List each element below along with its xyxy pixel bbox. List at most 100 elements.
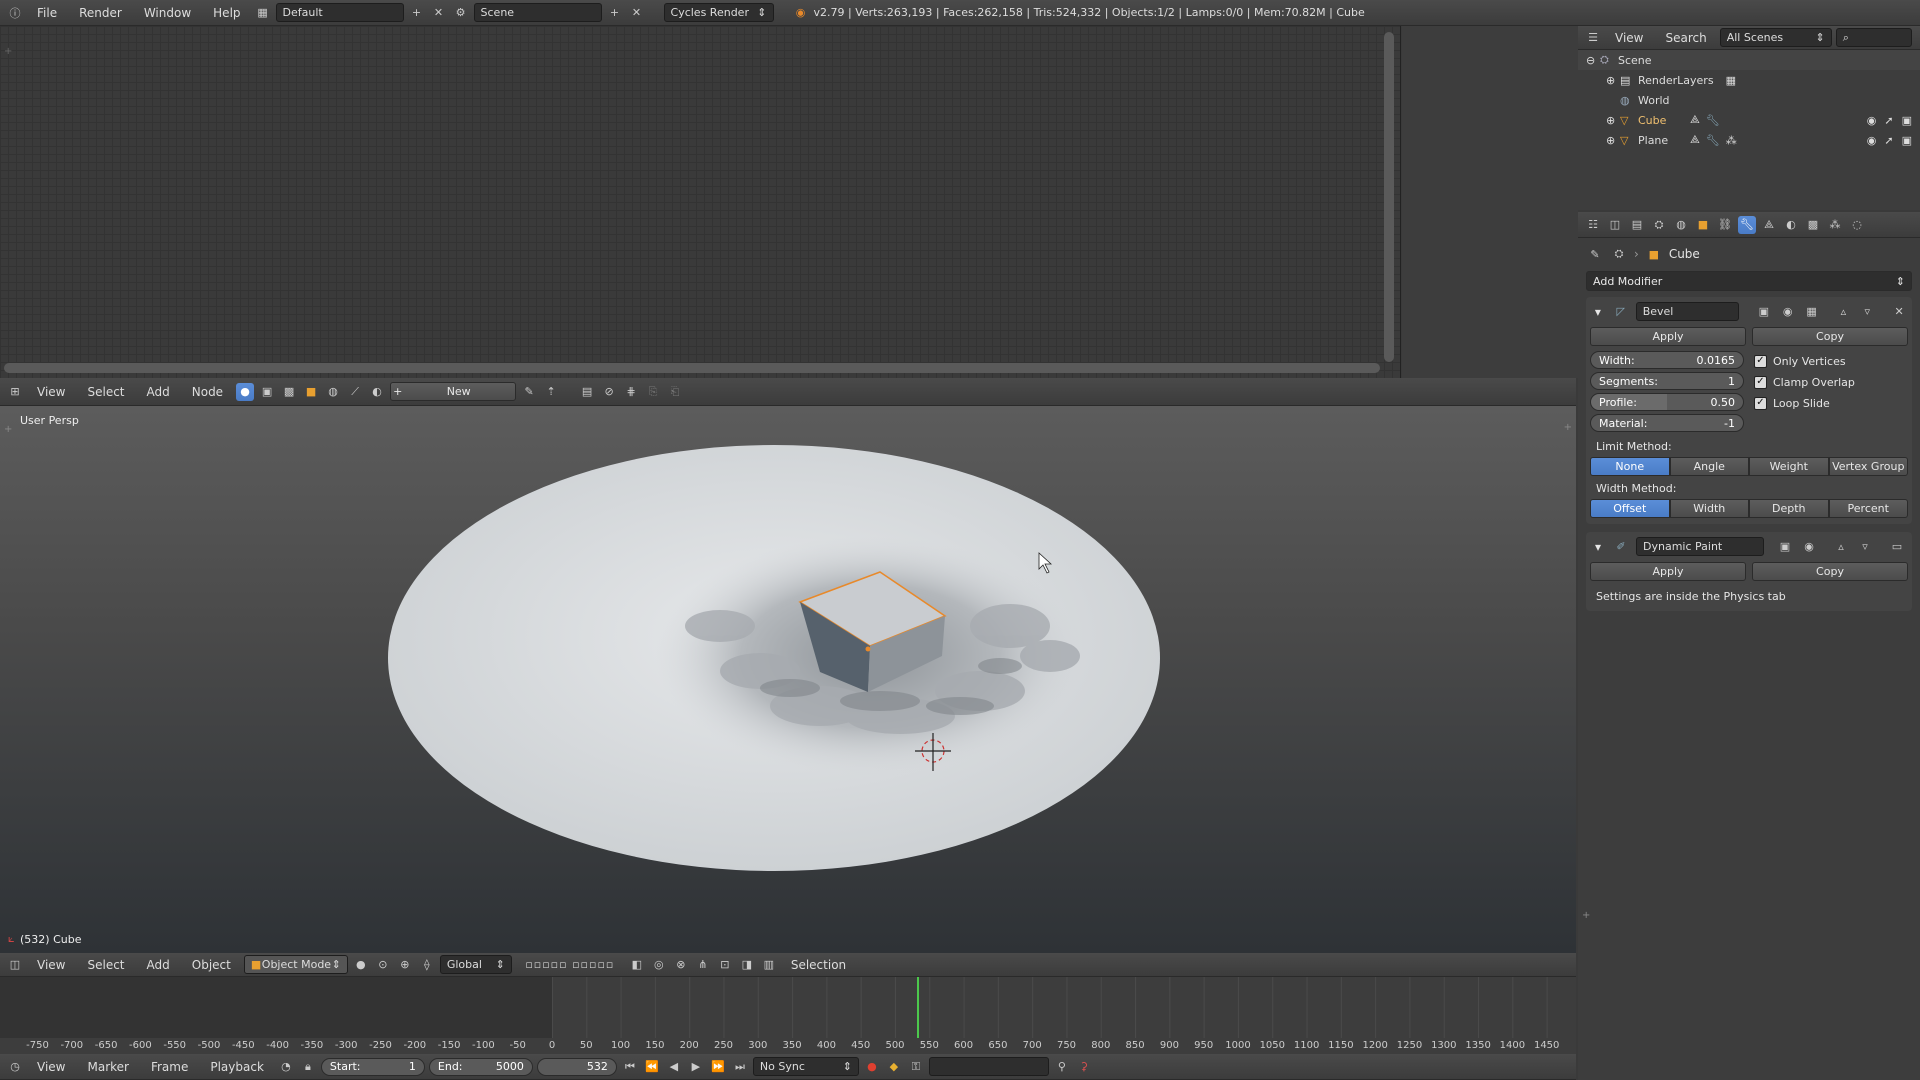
tab-object-icon[interactable]: ■ [1694, 216, 1712, 234]
timeline-menu-view[interactable]: View [28, 1060, 74, 1074]
node-vertical-scrollbar[interactable] [1384, 32, 1394, 362]
node-editor-type-icon[interactable]: ⊞ [6, 383, 24, 401]
screen-layout-icon[interactable]: ▦ [254, 4, 272, 22]
width-width-button[interactable]: Width [1669, 499, 1749, 518]
insert-keyframe-icon[interactable]: ⚲ [1053, 1058, 1071, 1076]
next-keyframe-icon[interactable]: ⏩ [709, 1058, 727, 1076]
texture-nodes-icon[interactable]: ▩ [280, 383, 298, 401]
layout-field[interactable]: Default [275, 3, 404, 22]
tab-material-icon[interactable]: ◐ [1782, 216, 1800, 234]
lock-camera-icon[interactable]: ◧ [628, 956, 646, 974]
add-layout-icon[interactable]: + [408, 4, 426, 22]
dynamic-paint-name-field[interactable]: Dynamic Paint [1636, 537, 1764, 556]
remove-scene-icon[interactable]: ✕ [628, 4, 646, 22]
view3d-menu-select[interactable]: Select [78, 958, 133, 972]
sync-dropdown[interactable]: No Sync ⇕ [752, 1057, 859, 1076]
backdrop-icon[interactable]: ▤ [578, 383, 596, 401]
line-style-icon[interactable]: ⟋ [346, 383, 364, 401]
outliner-menu-search[interactable]: Search [1656, 31, 1715, 45]
view3d-menu-object[interactable]: Object [183, 958, 240, 972]
only-vertices-checkbox[interactable]: ✓ [1754, 354, 1767, 368]
current-frame-line[interactable] [916, 977, 919, 1038]
material-slot-icon[interactable]: ◐ [368, 383, 386, 401]
outliner-row-world[interactable]: ◍ World [1578, 90, 1920, 110]
collapse-triangle-icon[interactable]: ▾ [1590, 540, 1606, 554]
timeline-type-icon[interactable]: ◷ [6, 1058, 24, 1076]
shader-nodes-icon[interactable]: ● [236, 382, 255, 401]
select-arrow-icon[interactable]: ➚ [1884, 134, 1893, 147]
expand-icon[interactable]: ⊕ [1606, 134, 1620, 147]
pin-icon[interactable]: ✎ [1586, 245, 1604, 263]
bevel-copy-button[interactable]: Copy [1752, 327, 1908, 346]
move-down-icon[interactable]: ▿ [1856, 538, 1874, 556]
snap-element-icon[interactable]: ⋔ [694, 956, 712, 974]
node-menu-add[interactable]: Add [138, 385, 179, 399]
bevel-apply-button[interactable]: Apply [1590, 327, 1746, 346]
object-shader-icon[interactable]: ■ [302, 383, 320, 401]
add-scene-icon[interactable]: + [606, 4, 624, 22]
prev-keyframe-icon[interactable]: ⏪ [643, 1058, 661, 1076]
area-split-icon[interactable]: + [4, 46, 12, 57]
move-up-icon[interactable]: ▵ [1832, 538, 1850, 556]
properties-type-icon[interactable]: ☷ [1584, 216, 1602, 234]
clamp-overlap-checkbox[interactable]: ✓ [1754, 375, 1767, 389]
timeline-menu-frame[interactable]: Frame [142, 1060, 197, 1074]
render-toggle-icon[interactable]: ▣ [1776, 538, 1794, 556]
orientation-dropdown[interactable]: Global ⇕ [439, 955, 512, 974]
compositing-nodes-icon[interactable]: ▣ [258, 383, 276, 401]
timeline-menu-marker[interactable]: Marker [78, 1060, 137, 1074]
expand-icon[interactable]: ⊕ [1606, 114, 1620, 127]
only-vertices-option[interactable]: ✓ Only Vertices [1754, 353, 1908, 369]
play-icon[interactable]: ▶ [687, 1058, 705, 1076]
remove-layout-icon[interactable]: ✕ [430, 4, 448, 22]
tab-render-icon[interactable]: ◫ [1606, 216, 1624, 234]
transform-orientation-icon[interactable]: ⟠ [418, 956, 436, 974]
loop-slide-checkbox[interactable]: ✓ [1754, 396, 1767, 410]
bevel-profile-slider[interactable]: Profile: 0.50 [1590, 393, 1744, 411]
tab-render-layers-icon[interactable]: ▤ [1628, 216, 1646, 234]
keying-icon[interactable]: ⚿ [907, 1058, 925, 1076]
world-shader-icon[interactable]: ◍ [324, 383, 342, 401]
render-engine-dropdown[interactable]: Cycles Render ⇕ [663, 3, 774, 22]
limit-weight-button[interactable]: Weight [1749, 457, 1829, 476]
outliner-menu-view[interactable]: View [1606, 31, 1652, 45]
limit-none-button[interactable]: None [1590, 457, 1670, 476]
preview-range-icon[interactable]: ◔ [277, 1058, 295, 1076]
opengl-anim-icon[interactable]: ▥ [760, 956, 778, 974]
snap-icon[interactable]: ⊘ [600, 383, 618, 401]
timeline-area[interactable]: -750 -700 -650 -600 -550 -500 -450 -400 -350 -300… [0, 977, 1576, 1054]
render-toggle-icon[interactable]: ▣ [1755, 303, 1773, 321]
node-horizontal-scrollbar[interactable] [4, 363, 1380, 373]
copy-nodes-icon[interactable]: ⎘ [644, 383, 662, 401]
move-down-icon[interactable]: ▿ [1858, 303, 1876, 321]
proportional-edit-icon[interactable]: ◎ [650, 956, 668, 974]
menu-render[interactable]: Render [70, 6, 131, 20]
scene-field[interactable]: Scene [473, 3, 602, 22]
start-frame-field[interactable]: Start: 1 [320, 1057, 425, 1076]
width-offset-button[interactable]: Offset [1590, 499, 1670, 518]
viewport-toggle-icon[interactable]: ◉ [1800, 538, 1818, 556]
menu-file[interactable]: File [28, 6, 66, 20]
outliner-row-scene[interactable]: ⊖ ⛭ Scene [1578, 50, 1920, 70]
loop-slide-option[interactable]: ✓ Loop Slide [1754, 395, 1908, 411]
render-camera-icon[interactable]: ▣ [1902, 134, 1912, 147]
manipulator-icon[interactable]: ⊕ [396, 956, 414, 974]
move-up-icon[interactable]: ▵ [1834, 303, 1852, 321]
end-frame-field[interactable]: End: 5000 [428, 1057, 533, 1076]
viewport-toggle-icon[interactable]: ◉ [1779, 303, 1797, 321]
menu-help[interactable]: Help [204, 6, 249, 20]
tab-constraints-icon[interactable]: ⛓ [1716, 216, 1734, 234]
new-material-button[interactable]: + New [390, 382, 517, 401]
outliner-type-icon[interactable]: ☰ [1584, 29, 1602, 47]
pivot-point-icon[interactable]: ⊙ [374, 956, 392, 974]
mode-dropdown[interactable]: ■ Object Mode ⇕ [243, 955, 348, 974]
visibility-eye-icon[interactable]: ◉ [1867, 114, 1877, 127]
collapse-icon[interactable]: ⊖ [1586, 54, 1600, 67]
panel-split-icon[interactable]: + [1582, 910, 1590, 921]
expand-icon[interactable]: ⊕ [1606, 74, 1620, 87]
snap-mode-icon[interactable]: ⋕ [622, 383, 640, 401]
tab-particles-icon[interactable]: ⁂ [1826, 216, 1844, 234]
display-mode-dropdown[interactable]: All Scenes ⇕ [1719, 28, 1832, 47]
opengl-render-icon[interactable]: ◨ [738, 956, 756, 974]
jump-start-icon[interactable]: ⏮ [621, 1058, 639, 1076]
